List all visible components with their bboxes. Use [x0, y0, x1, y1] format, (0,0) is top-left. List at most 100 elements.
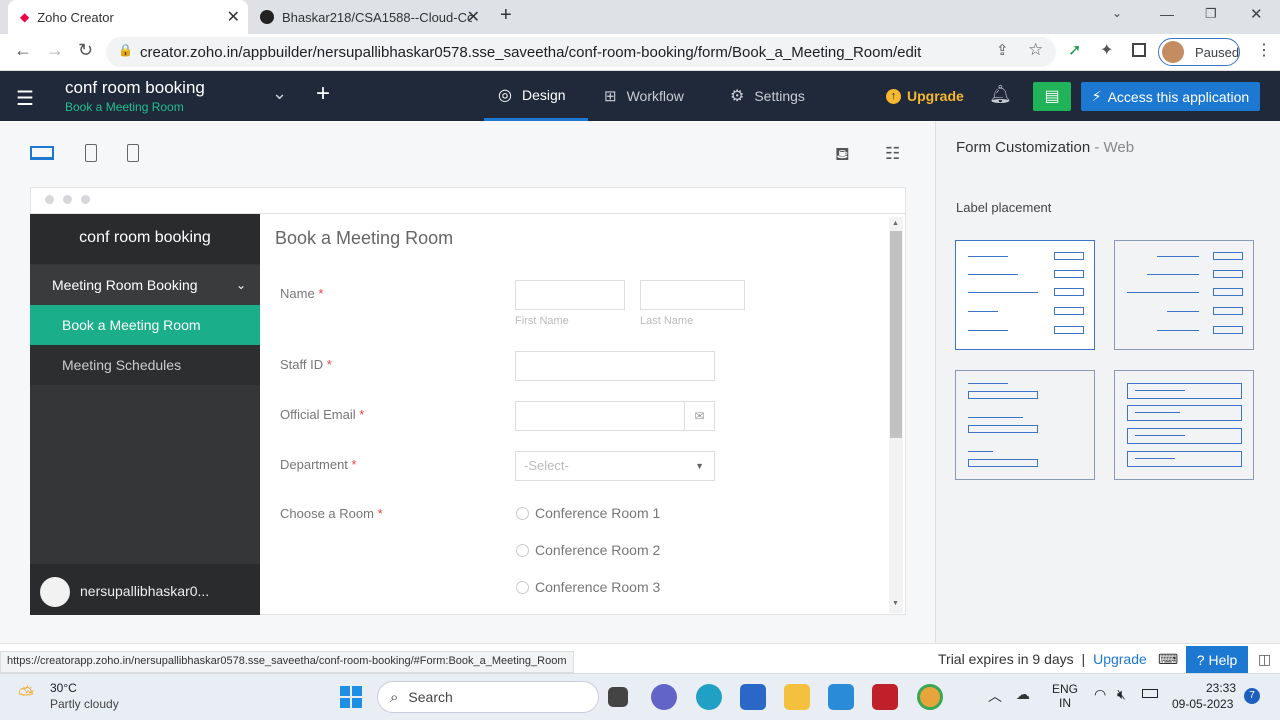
- preview-scrollbar[interactable]: ▲ ▼: [889, 217, 903, 613]
- hamburger-menu-icon[interactable]: ☰: [16, 86, 34, 111]
- close-tab-icon[interactable]: ✕: [227, 7, 240, 27]
- tab-design-label: Design: [521, 86, 566, 103]
- room-option-1[interactable]: Conference Room 1: [516, 505, 660, 521]
- weather-temp[interactable]: 30°C: [50, 681, 77, 695]
- address-bar-row: ← → ↻ 🔒 creator.zoho.in/appbuilder/nersu…: [0, 34, 1280, 71]
- label-placement-inside-option[interactable]: [1114, 370, 1254, 480]
- tab-design[interactable]: ◎ Design: [484, 71, 588, 121]
- label-placement-left-option[interactable]: [955, 240, 1095, 350]
- sidebar-item-meeting-schedules[interactable]: Meeting Schedules: [30, 345, 260, 385]
- tab-settings[interactable]: ⚙ Settings: [730, 71, 805, 121]
- speaker-muted-icon[interactable]: 🔇︎: [1117, 686, 1126, 703]
- new-tab-icon[interactable]: +: [500, 4, 512, 27]
- email-input[interactable]: ✉: [515, 401, 715, 431]
- label-placement-heading: Label placement: [956, 200, 1052, 215]
- menu-dots-icon[interactable]: ⋮: [1256, 40, 1272, 60]
- first-name-input[interactable]: [515, 280, 625, 310]
- gear-icon: ⚙: [730, 88, 745, 105]
- scroll-down-icon[interactable]: ▼: [892, 600, 899, 607]
- minimize-icon[interactable]: —: [1160, 6, 1174, 22]
- side-panel-icon[interactable]: [1132, 43, 1146, 57]
- clock-date[interactable]: 09-05-2023: [1172, 697, 1233, 711]
- last-name-input[interactable]: [640, 280, 745, 310]
- radio-circle: [516, 506, 529, 520]
- clock-time[interactable]: 23:33: [1196, 681, 1236, 695]
- file-explorer-icon[interactable]: [784, 684, 810, 710]
- label-placement-top-option[interactable]: [955, 370, 1095, 480]
- language-indicator[interactable]: ENG IN: [1052, 682, 1078, 710]
- sidebar-section-meeting-room-booking[interactable]: Meeting Room Booking ⌄: [30, 265, 260, 305]
- tray-chevron-up-icon[interactable]: ︿: [988, 686, 1002, 706]
- tab-search-icon[interactable]: ⌄: [1112, 6, 1122, 20]
- label-placement-right-option[interactable]: [1114, 240, 1254, 350]
- bell-icon[interactable]: 🔔︎: [989, 84, 1012, 105]
- mobile-view-icon[interactable]: [127, 144, 139, 162]
- profile-status: Paused: [1195, 44, 1240, 60]
- profile-button[interactable]: Paused: [1158, 38, 1240, 66]
- scrollbar-thumb[interactable]: [890, 231, 902, 438]
- current-form-name[interactable]: Book a Meeting Room: [65, 100, 184, 114]
- access-application-button[interactable]: ⚡︎ Access this application: [1081, 82, 1260, 111]
- tab-title: Zoho Creator: [37, 9, 114, 25]
- mcafee-icon[interactable]: [872, 684, 898, 710]
- edge-icon[interactable]: [696, 684, 722, 710]
- help-icon: ?: [1196, 652, 1205, 668]
- windows-start-icon[interactable]: [340, 686, 362, 708]
- upgrade-link[interactable]: Upgrade: [1093, 651, 1147, 667]
- paint-bucket-icon[interactable]: ⛾: [835, 144, 850, 168]
- preview-sidebar: conf room booking Meeting Room Booking ⌄…: [30, 214, 260, 615]
- weather-desc[interactable]: Partly cloudy: [50, 697, 119, 711]
- store-icon[interactable]: [740, 684, 766, 710]
- share-icon[interactable]: ⇪: [996, 41, 1009, 59]
- lightning-icon: ⚡︎: [1091, 88, 1102, 104]
- tab-github[interactable]: Bhaskar218/CSA1588--Cloud-Co ✕: [248, 0, 488, 34]
- myhp-icon[interactable]: [828, 684, 854, 710]
- user-avatar: [40, 577, 70, 607]
- forward-icon[interactable]: →: [46, 40, 64, 61]
- keyboard-icon[interactable]: ⌨: [1158, 651, 1178, 668]
- scroll-up-icon[interactable]: ▲: [892, 220, 899, 227]
- form-properties-icon[interactable]: ☷: [885, 144, 900, 164]
- room-label: Choose a Room *: [280, 506, 383, 521]
- notification-badge[interactable]: 7: [1244, 688, 1260, 704]
- live-view-button[interactable]: ▤: [1033, 82, 1071, 111]
- chat-icon[interactable]: ◫: [1258, 651, 1271, 668]
- chrome-icon[interactable]: [917, 684, 943, 710]
- room-option-3[interactable]: Conference Room 3: [516, 579, 660, 595]
- reload-icon[interactable]: ↻: [78, 40, 93, 61]
- onedrive-cloud-icon[interactable]: ☁: [1016, 686, 1030, 703]
- tab-workflow[interactable]: ⊞ Workflow: [604, 71, 684, 121]
- add-icon[interactable]: +: [316, 80, 330, 108]
- room-option-2[interactable]: Conference Room 2: [516, 542, 660, 558]
- tablet-view-icon[interactable]: [85, 144, 97, 162]
- app-name[interactable]: conf room booking: [65, 78, 205, 98]
- teams-chat-icon[interactable]: [651, 684, 677, 710]
- sidebar-user[interactable]: nersupallibhaskar0...: [30, 564, 260, 615]
- chevron-down-icon: ⌄: [235, 278, 246, 292]
- maximize-icon[interactable]: ❐: [1205, 6, 1217, 22]
- staff-id-input[interactable]: [515, 351, 715, 381]
- upgrade-button[interactable]: ↑ Upgrade: [886, 71, 964, 121]
- tab-zoho-creator[interactable]: ◆ Zoho Creator ✕: [8, 0, 248, 34]
- close-window-icon[interactable]: ✕: [1250, 5, 1263, 23]
- chevron-down-icon[interactable]: ⌄: [272, 83, 287, 104]
- lock-icon: 🔒: [118, 43, 133, 57]
- link-preview: https://creatorapp.zoho.in/nersupallibha…: [0, 651, 574, 673]
- sidebar-item-book-meeting-room[interactable]: Book a Meeting Room: [30, 305, 260, 345]
- extension-arrow-icon[interactable]: ➚: [1068, 40, 1081, 60]
- bookmark-star-icon[interactable]: ☆: [1028, 40, 1043, 60]
- last-name-hint: Last Name: [640, 315, 694, 327]
- extensions-puzzle-icon[interactable]: ✦: [1100, 40, 1113, 60]
- section-label: Meeting Room Booking: [52, 277, 198, 293]
- taskbar-search[interactable]: ⌕ Search: [377, 681, 599, 713]
- wifi-icon[interactable]: ◠: [1094, 686, 1106, 703]
- help-button[interactable]: ? Help: [1186, 646, 1248, 674]
- back-icon[interactable]: ←: [14, 40, 32, 61]
- department-select[interactable]: -Select- ▼: [515, 451, 715, 481]
- task-view-icon[interactable]: [608, 687, 628, 707]
- battery-icon[interactable]: [1142, 689, 1158, 698]
- desktop-view-icon[interactable]: [30, 146, 54, 160]
- close-tab-icon[interactable]: ✕: [467, 7, 480, 27]
- dropdown-arrow-icon: ▼: [695, 461, 704, 471]
- url-field[interactable]: 🔒 creator.zoho.in/appbuilder/nersupallib…: [106, 37, 1056, 67]
